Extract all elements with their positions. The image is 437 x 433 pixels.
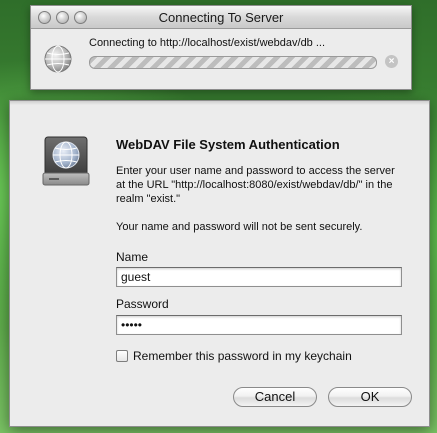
globe-icon: [44, 45, 72, 73]
remember-password-label[interactable]: Remember this password in my keychain: [133, 349, 352, 363]
ok-button[interactable]: OK: [328, 387, 412, 407]
dialog-top-edge: [10, 101, 429, 105]
window-title: Connecting To Server: [158, 10, 284, 25]
connecting-window-titlebar[interactable]: Connecting To Server: [31, 6, 411, 29]
remember-password-checkbox[interactable]: [116, 350, 128, 362]
connecting-status-text: Connecting to http://localhost/exist/web…: [89, 37, 326, 49]
security-warning: Your name and password will not be sent …: [116, 221, 363, 233]
stop-icon[interactable]: ×: [385, 55, 398, 68]
cancel-button[interactable]: Cancel: [233, 387, 317, 407]
dialog-heading: WebDAV File System Authentication: [116, 137, 340, 152]
connecting-window: Connecting To Server Connecting to http:…: [30, 5, 412, 90]
progress-bar: [89, 56, 377, 69]
password-field[interactable]: [116, 315, 402, 335]
authentication-dialog: WebDAV File System Authentication Enter …: [9, 100, 430, 427]
network-drive-icon: [42, 136, 90, 186]
dialog-message: Enter your user name and password to acc…: [116, 165, 395, 205]
name-label: Name: [116, 250, 149, 264]
remember-password-row[interactable]: Remember this password in my keychain: [116, 348, 352, 364]
name-field[interactable]: [116, 267, 402, 287]
password-label: Password: [116, 297, 169, 311]
